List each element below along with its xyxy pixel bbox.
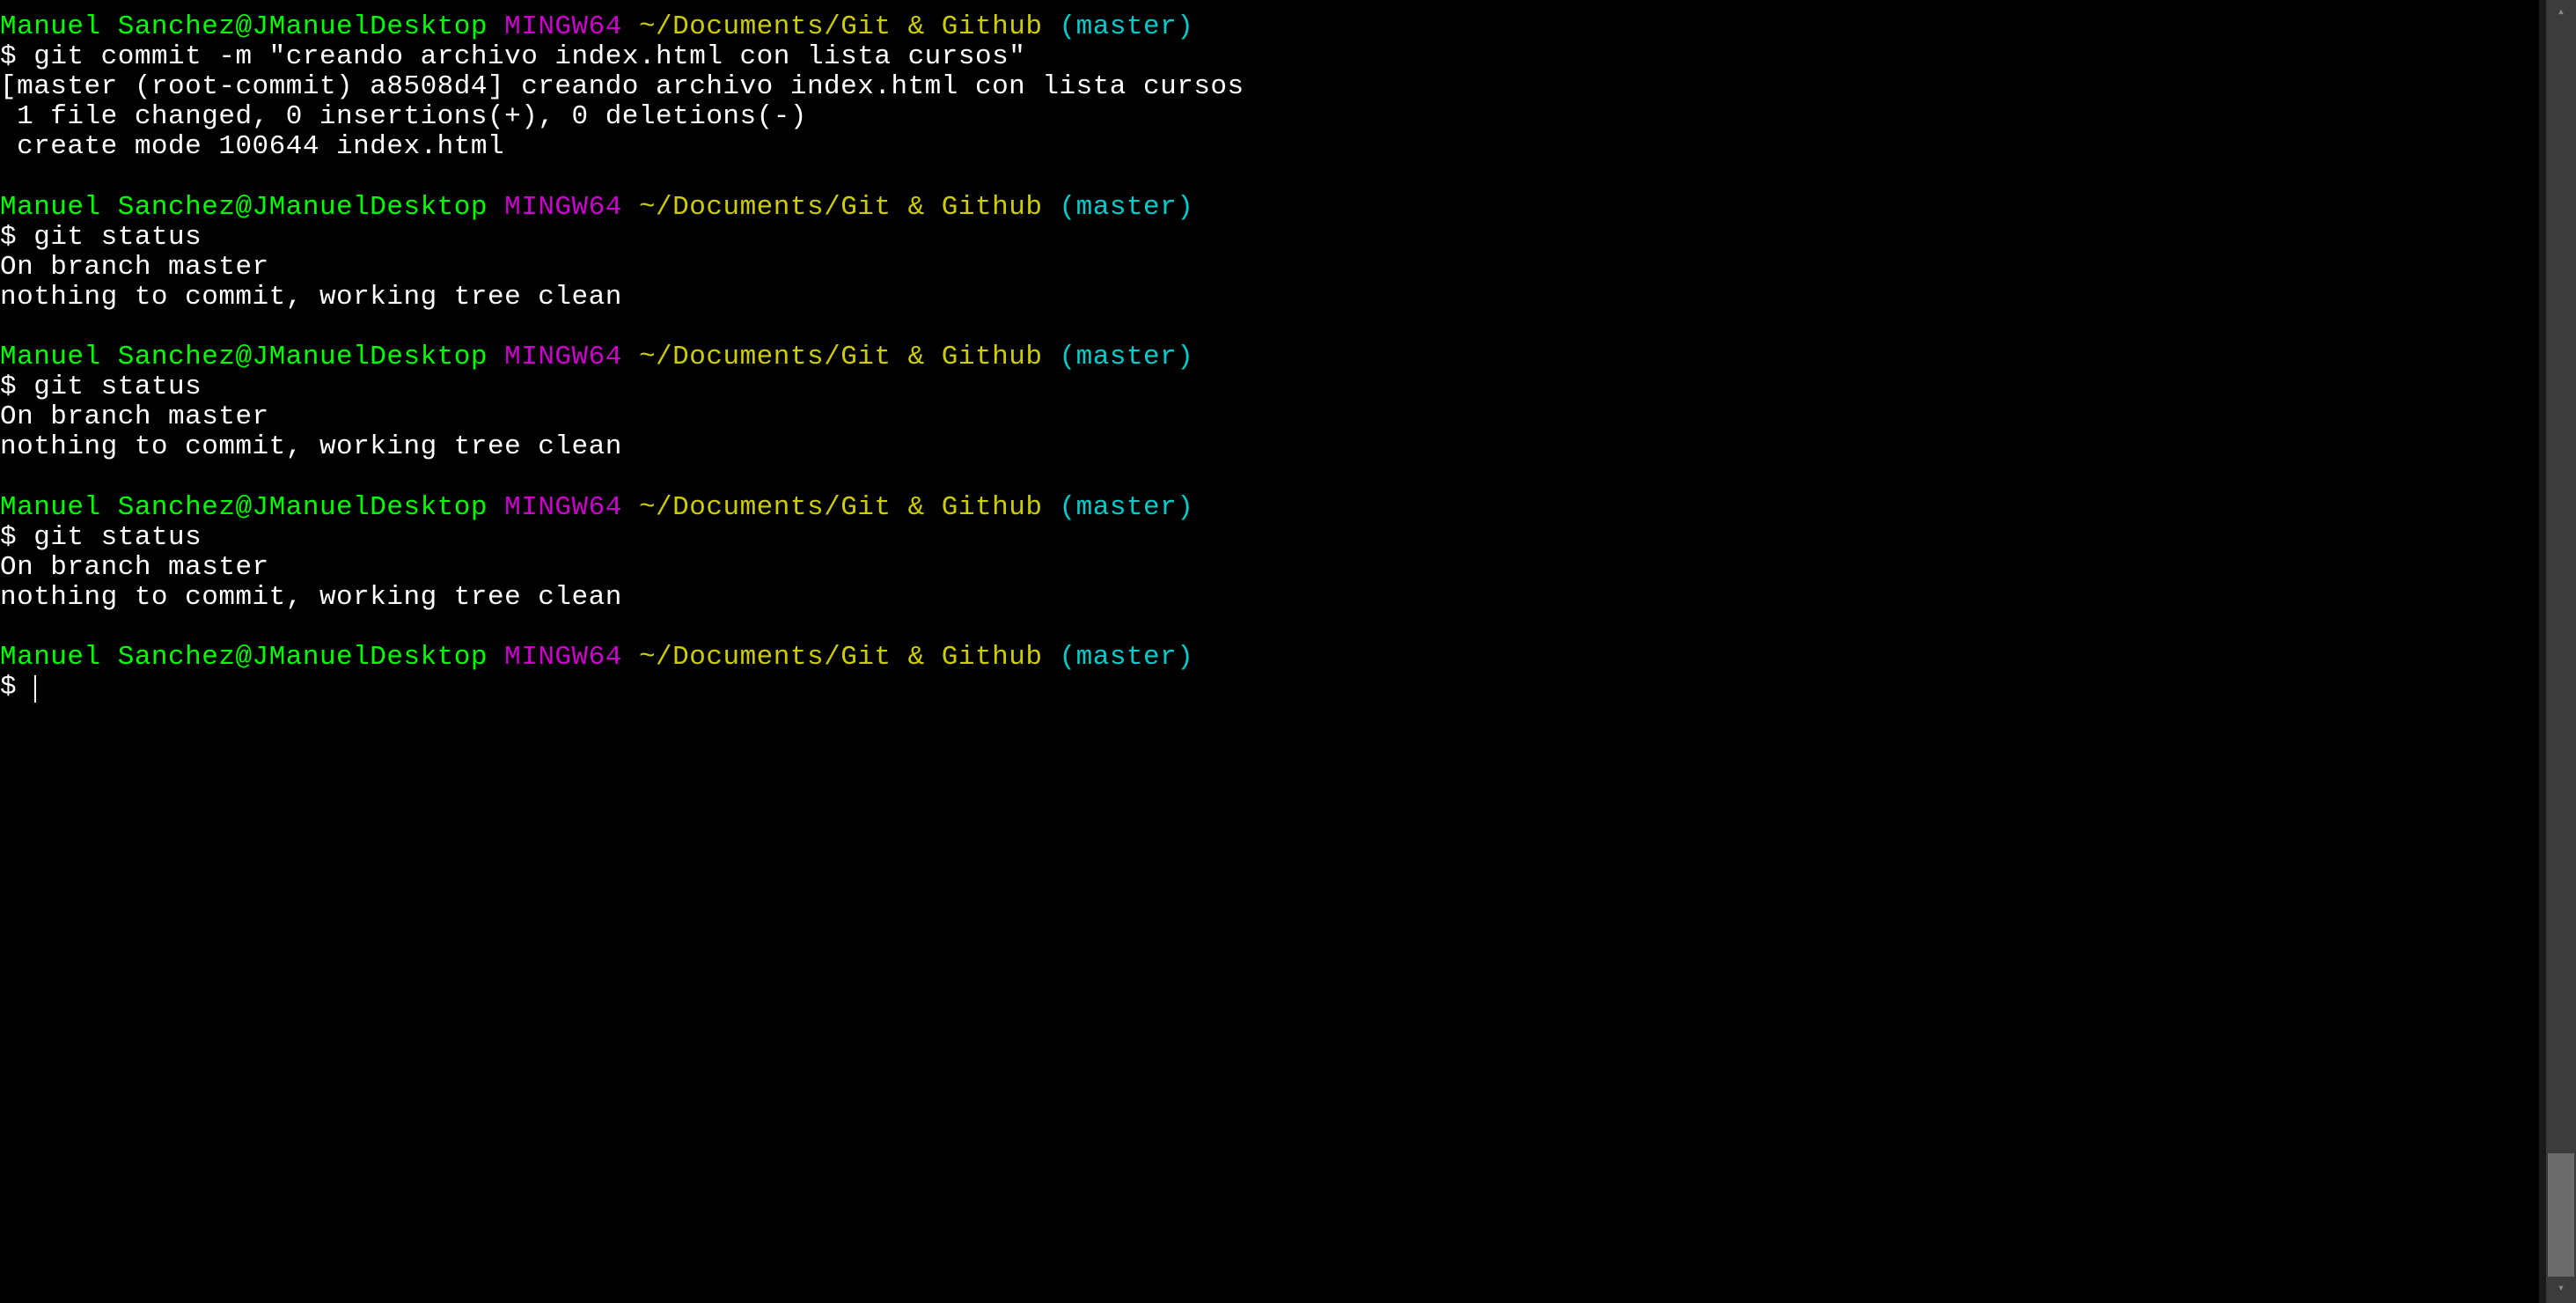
prompt-symbol: $ <box>0 41 17 72</box>
output-text: nothing to commit, working tree clean <box>0 283 2539 313</box>
blank-line <box>0 613 2539 643</box>
cursor <box>34 675 36 703</box>
prompt-line: Manuel Sanchez@JManuelDesktop MINGW64 ~/… <box>0 342 2539 372</box>
user-host: Manuel Sanchez@JManuelDesktop <box>0 492 488 523</box>
command-text: git status <box>33 222 202 253</box>
output-text: 1 file changed, 0 insertions(+), 0 delet… <box>0 102 2539 132</box>
scroll-up-icon[interactable]: ▴ <box>2546 0 2576 26</box>
user-host: Manuel Sanchez@JManuelDesktop <box>0 192 488 223</box>
prompt-symbol: $ <box>0 672 17 703</box>
terminal-output[interactable]: Manuel Sanchez@JManuelDesktop MINGW64 ~/… <box>0 0 2539 1303</box>
prompt-line: Manuel Sanchez@JManuelDesktop MINGW64 ~/… <box>0 12 2539 42</box>
env-label: MINGW64 <box>504 492 622 523</box>
prompt-symbol: $ <box>0 372 17 402</box>
branch-label: (master) <box>1060 492 1194 523</box>
scrollbar-track[interactable]: ▴ ▾ <box>2546 0 2576 1303</box>
output-text: create mode 100644 index.html <box>0 132 2539 162</box>
output-text: nothing to commit, working tree clean <box>0 583 2539 613</box>
command-line[interactable]: $ git status <box>0 523 2539 553</box>
output-text: nothing to commit, working tree clean <box>0 432 2539 462</box>
output-text: On branch master <box>0 553 2539 583</box>
output-text: On branch master <box>0 402 2539 432</box>
prompt-line: Manuel Sanchez@JManuelDesktop MINGW64 ~/… <box>0 493 2539 523</box>
prompt-symbol: $ <box>0 222 17 253</box>
command-line[interactable]: $ git status <box>0 372 2539 402</box>
prompt-symbol: $ <box>0 522 17 553</box>
blank-line <box>0 462 2539 492</box>
output-text: On branch master <box>0 253 2539 283</box>
prompt-line: Manuel Sanchez@JManuelDesktop MINGW64 ~/… <box>0 193 2539 223</box>
scroll-down-icon[interactable]: ▾ <box>2546 1277 2576 1303</box>
branch-label: (master) <box>1060 342 1194 372</box>
divider <box>2539 0 2546 1303</box>
scrollbar-thumb[interactable] <box>2548 1153 2574 1277</box>
env-label: MINGW64 <box>504 342 622 372</box>
command-line[interactable]: $ git commit -m "creando archivo index.h… <box>0 42 2539 72</box>
env-label: MINGW64 <box>504 192 622 223</box>
env-label: MINGW64 <box>504 11 622 42</box>
branch-label: (master) <box>1060 11 1194 42</box>
command-text: git commit -m "creando archivo index.htm… <box>33 41 1025 72</box>
user-host: Manuel Sanchez@JManuelDesktop <box>0 342 488 372</box>
cwd-path: ~/Documents/Git & Github <box>639 192 1042 223</box>
cwd-path: ~/Documents/Git & Github <box>639 642 1042 673</box>
cwd-path: ~/Documents/Git & Github <box>639 342 1042 372</box>
blank-line <box>0 162 2539 192</box>
env-label: MINGW64 <box>504 642 622 673</box>
user-host: Manuel Sanchez@JManuelDesktop <box>0 642 488 673</box>
branch-label: (master) <box>1060 642 1194 673</box>
branch-label: (master) <box>1060 192 1194 223</box>
cwd-path: ~/Documents/Git & Github <box>639 11 1042 42</box>
blank-line <box>0 313 2539 342</box>
command-line[interactable]: $ <box>0 673 2539 703</box>
prompt-line: Manuel Sanchez@JManuelDesktop MINGW64 ~/… <box>0 643 2539 673</box>
cwd-path: ~/Documents/Git & Github <box>639 492 1042 523</box>
command-line[interactable]: $ git status <box>0 223 2539 253</box>
command-text: git status <box>33 372 202 402</box>
output-text: [master (root-commit) a8508d4] creando a… <box>0 72 2539 102</box>
command-text: git status <box>33 522 202 553</box>
user-host: Manuel Sanchez@JManuelDesktop <box>0 11 488 42</box>
